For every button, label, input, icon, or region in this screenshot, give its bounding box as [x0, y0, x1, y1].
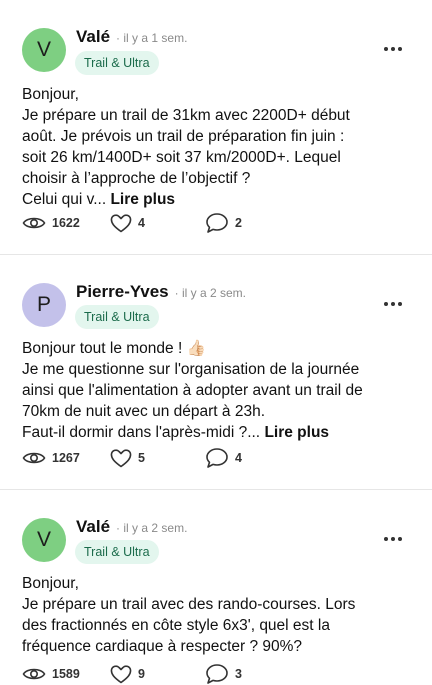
- likes-number: 4: [138, 216, 145, 230]
- comment-icon: [206, 664, 228, 684]
- avatar-initial: V: [36, 38, 51, 61]
- views-number: 1589: [52, 667, 80, 681]
- more-icon[interactable]: [384, 537, 402, 543]
- post-text-line: août. Je prévois un trail de préparation…: [22, 128, 345, 145]
- comment-button[interactable]: 4: [205, 447, 242, 469]
- views-count: 1589: [22, 663, 80, 685]
- likes-number: 9: [138, 667, 145, 681]
- read-more-link[interactable]: Lire plus: [110, 191, 175, 208]
- post-stats: 1589 9 3: [22, 663, 322, 685]
- views-count: 1267: [22, 447, 80, 469]
- post-text-line: des fractionnés en côte style 6x3', quel…: [22, 617, 330, 634]
- avatar[interactable]: V: [22, 518, 66, 562]
- category-tag[interactable]: Trail & Ultra: [75, 540, 159, 564]
- eye-icon: [22, 452, 46, 464]
- comment-icon: [206, 213, 228, 233]
- post-stats: 1622 4 2: [22, 212, 322, 234]
- views-number: 1267: [52, 451, 80, 465]
- comment-button[interactable]: 3: [205, 663, 242, 685]
- author-name[interactable]: Valé · il y a 2 sem.: [76, 517, 187, 537]
- post-divider: [0, 489, 432, 490]
- post-body[interactable]: Bonjour, Je prépare un trail de 31km ave…: [22, 84, 417, 210]
- likes-number: 5: [138, 451, 145, 465]
- post-text-line: Bonjour,: [22, 86, 79, 103]
- comments-number: 4: [235, 451, 242, 465]
- author-name-text[interactable]: Valé: [76, 27, 110, 46]
- author-name-text[interactable]: Pierre-Yves: [76, 282, 169, 301]
- author-name[interactable]: Valé · il y a 1 sem.: [76, 27, 187, 47]
- more-icon[interactable]: [384, 302, 402, 308]
- post-text-line: 70km de nuit avec un départ à 23h.: [22, 403, 265, 420]
- like-button[interactable]: 5: [110, 447, 145, 469]
- eye-icon: [22, 668, 46, 680]
- post-body[interactable]: Bonjour tout le monde ! 👍🏻 Je me questio…: [22, 338, 417, 443]
- comment-button[interactable]: 2: [205, 212, 242, 234]
- post-text-line: fréquence cardiaque à respecter ? 90%?: [22, 638, 303, 655]
- post-text-truncated: Faut-il dormir dans l'après-midi ?...: [22, 424, 261, 441]
- comment-icon: [206, 448, 228, 468]
- post-text-line: choisir à l’approche de l’objectif ?: [22, 170, 251, 187]
- post-text-line: ainsi que l'alimentation à adopter avant…: [22, 382, 363, 399]
- avatar-initial: P: [36, 293, 51, 316]
- post-time: · il y a 2 sem.: [174, 286, 246, 300]
- post-body[interactable]: Bonjour, Je prépare un trail avec des ra…: [22, 573, 417, 657]
- read-more-link[interactable]: Lire plus: [264, 424, 329, 441]
- post-time: · il y a 1 sem.: [116, 31, 188, 45]
- comments-number: 2: [235, 216, 242, 230]
- author-name-text[interactable]: Valé: [76, 517, 110, 536]
- avatar[interactable]: P: [22, 283, 66, 327]
- post-time: · il y a 2 sem.: [116, 521, 188, 535]
- comments-number: 3: [235, 667, 242, 681]
- heart-icon: [110, 214, 132, 233]
- post-text-line: Je prépare un trail de 31km avec 2200D+ …: [22, 107, 350, 124]
- heart-icon: [110, 449, 132, 468]
- post-text-line: Je prépare un trail avec des rando-cours…: [22, 596, 356, 613]
- like-button[interactable]: 4: [110, 212, 145, 234]
- like-button[interactable]: 9: [110, 663, 145, 685]
- more-icon[interactable]: [384, 47, 402, 53]
- post-text-line: Bonjour,: [22, 575, 79, 592]
- post-divider: [0, 254, 432, 255]
- post-text-line: Je me questionne sur l'organisation de l…: [22, 361, 360, 378]
- category-tag[interactable]: Trail & Ultra: [75, 51, 159, 75]
- post-text-line: Celui qui v... Lire plus: [22, 189, 417, 210]
- post-text-line: soit 26 km/1400D+ soit 37 km/2000D+. Leq…: [22, 149, 341, 166]
- avatar[interactable]: V: [22, 28, 66, 72]
- views-number: 1622: [52, 216, 80, 230]
- eye-icon: [22, 217, 46, 229]
- post-text-line: Faut-il dormir dans l'après-midi ?... Li…: [22, 422, 417, 443]
- views-count: 1622: [22, 212, 80, 234]
- avatar-initial: V: [36, 528, 51, 551]
- post-stats: 1267 5 4: [22, 447, 322, 469]
- heart-icon: [110, 665, 132, 684]
- category-tag[interactable]: Trail & Ultra: [75, 305, 159, 329]
- post-text-line: Bonjour tout le monde ! 👍🏻: [22, 340, 206, 357]
- author-name[interactable]: Pierre-Yves · il y a 2 sem.: [76, 282, 246, 302]
- post-text-truncated: Celui qui v...: [22, 191, 107, 208]
